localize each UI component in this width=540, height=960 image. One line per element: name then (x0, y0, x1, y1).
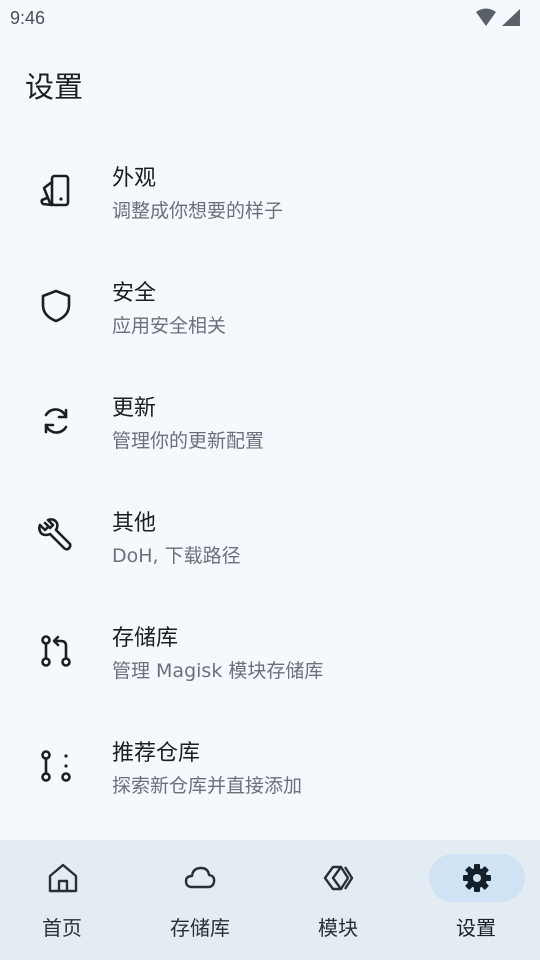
settings-item-title: 外观 (112, 166, 157, 191)
settings-item-repositories[interactable]: 存储库 管理 Magisk 模块存储库 (0, 590, 540, 705)
nav-label: 存储库 (170, 916, 230, 940)
nav-label: 模块 (318, 916, 358, 940)
wrench-icon (37, 517, 75, 555)
nav-item-modules[interactable]: 模块 (276, 840, 411, 960)
settings-item-title: 更新 (112, 396, 157, 421)
settings-item-title: 推荐仓库 (112, 741, 201, 766)
status-icons (474, 8, 522, 28)
signal-icon (502, 9, 520, 26)
nav-label: 首页 (42, 916, 82, 940)
settings-item-subtitle: 调整成你想要的样子 (112, 200, 284, 222)
settings-item-other[interactable]: 其他 DoH, 下载路径 (0, 475, 540, 590)
nav-item-repositories[interactable]: 存储库 (138, 840, 273, 960)
modules-icon (321, 862, 357, 894)
page-title: 设置 (25, 70, 84, 104)
settings-item-title: 安全 (112, 281, 157, 306)
nav-label: 设置 (456, 916, 496, 940)
status-time: 9:46 (10, 8, 46, 28)
settings-item-subtitle: 探索新仓库并直接添加 (112, 775, 303, 797)
gear-icon (461, 862, 493, 894)
nav-item-home[interactable]: 首页 (0, 840, 135, 960)
appearance-icon (37, 172, 75, 210)
status-bar: 9:46 (0, 0, 540, 36)
settings-item-security[interactable]: 安全 应用安全相关 (0, 245, 540, 360)
settings-item-subtitle: 管理你的更新配置 (112, 430, 265, 452)
settings-item-subtitle: 管理 Magisk 模块存储库 (112, 660, 324, 682)
settings-item-appearance[interactable]: 外观 调整成你想要的样子 (0, 130, 540, 245)
home-icon (47, 862, 79, 894)
settings-item-recommended-repos[interactable]: 推荐仓库 探索新仓库并直接添加 (0, 705, 540, 820)
settings-item-update[interactable]: 更新 管理你的更新配置 (0, 360, 540, 475)
settings-item-subtitle: DoH, 下载路径 (112, 545, 241, 567)
nav-item-settings[interactable]: 设置 (414, 840, 540, 960)
settings-list: 外观 调整成你想要的样子 安全 应用安全相关 更新 管理你的更新配置 其他 Do… (0, 130, 540, 820)
shield-icon (37, 287, 75, 325)
sync-icon (37, 402, 75, 440)
cloud-icon (184, 862, 216, 894)
wifi-icon (476, 8, 496, 26)
bottom-nav: 首页 存储库 模块 设置 (0, 840, 540, 960)
settings-item-title: 存储库 (112, 626, 179, 651)
git-pull-request-icon (37, 632, 75, 670)
settings-item-subtitle: 应用安全相关 (112, 315, 227, 337)
settings-item-title: 其他 (112, 511, 157, 536)
git-pull-request-draft-icon (37, 747, 75, 785)
